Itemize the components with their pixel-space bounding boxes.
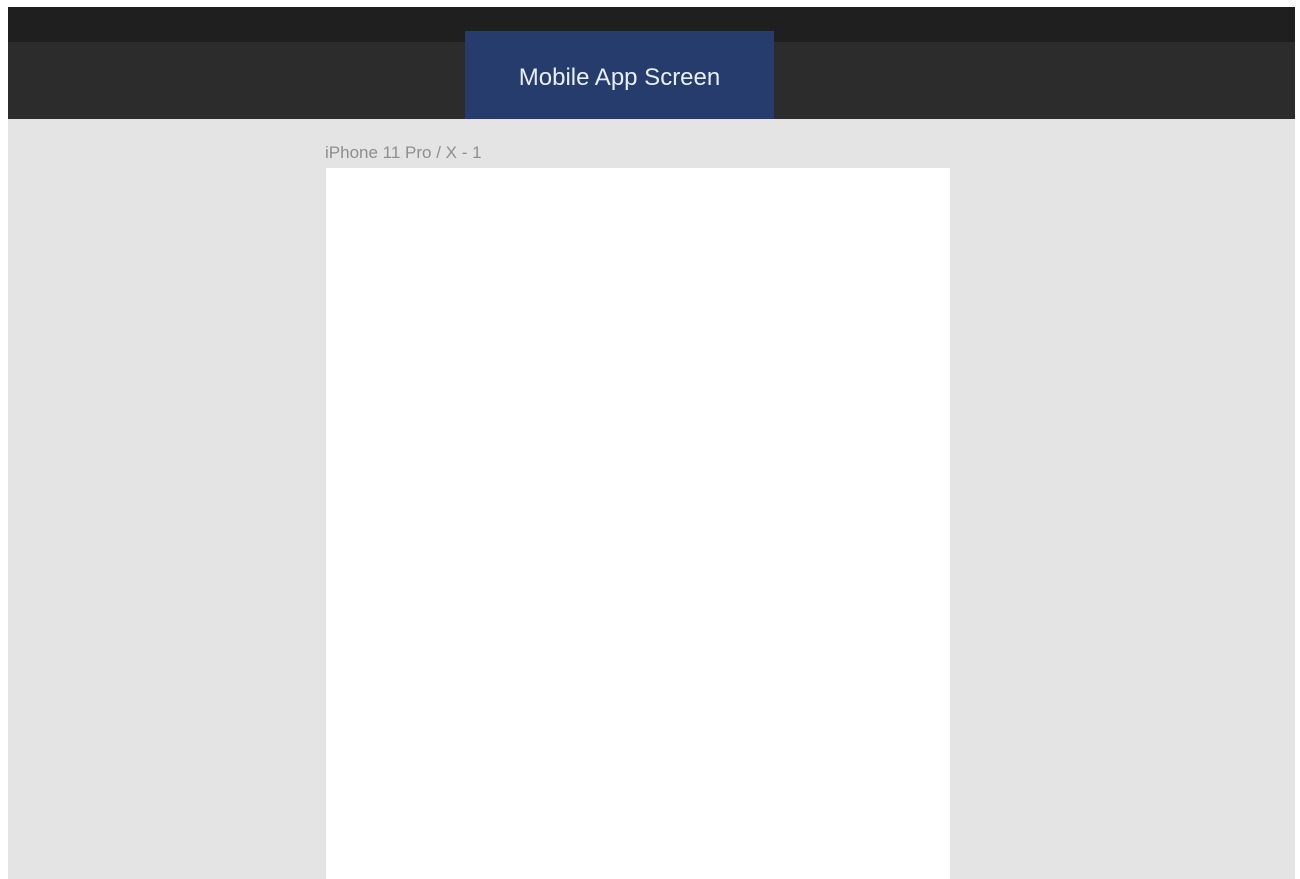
artboard[interactable] bbox=[326, 168, 950, 879]
document-title: Mobile App Screen bbox=[518, 64, 721, 91]
artboard-label[interactable]: iPhone 11 Pro / X - 1 bbox=[325, 143, 482, 163]
design-canvas[interactable]: iPhone 11 Pro / X - 1 bbox=[8, 119, 1295, 879]
app-window: Mobile App Screen iPhone 11 Pro / X - 1 bbox=[8, 7, 1295, 879]
document-title-tab[interactable]: Mobile App Screen bbox=[465, 31, 774, 128]
